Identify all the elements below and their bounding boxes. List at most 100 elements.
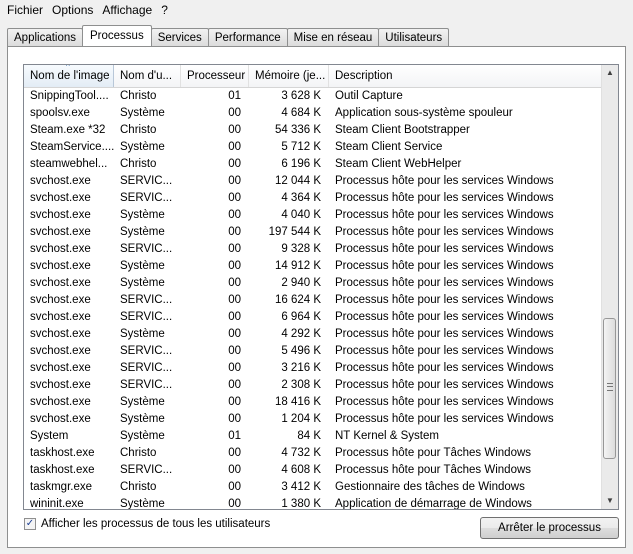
cell-memory: 5 496 K xyxy=(281,345,321,357)
cell-cpu: 00 xyxy=(228,362,241,374)
cell-cpu: 00 xyxy=(228,345,241,357)
table-row[interactable]: svchost.exe SERVIC... 00 4 364 K Processus h… xyxy=(24,190,604,207)
process-list[interactable]: ^ Nom de l'image Nom d'u... Processeur M… xyxy=(23,64,619,510)
column-header-memory[interactable]: Mémoire (je... xyxy=(249,65,329,87)
column-label: Nom d'u... xyxy=(120,70,173,82)
table-row[interactable]: svchost.exe SERVIC... 00 2 308 K Processus h… xyxy=(24,377,604,394)
tab-applications[interactable]: Applications xyxy=(7,28,84,46)
scroll-down-icon[interactable]: ▼ xyxy=(602,493,618,509)
cell-memory: 4 292 K xyxy=(281,328,321,340)
tab-services[interactable]: Services xyxy=(150,28,209,46)
menu-options[interactable]: Options xyxy=(49,0,99,20)
cell-user: Christo xyxy=(120,90,157,102)
menu-bar: Fichier Options Affichage ? xyxy=(0,0,633,20)
column-header-description[interactable]: Description xyxy=(329,65,604,87)
table-row[interactable]: taskhost.exe SERVIC... 00 4 608 K Processus … xyxy=(24,462,604,479)
table-row[interactable]: svchost.exe Système 00 2 940 K Processus hôt… xyxy=(24,275,604,292)
tab-performance[interactable]: Performance xyxy=(207,28,288,46)
table-row[interactable]: taskmgr.exe Christo 00 3 412 K Gestionnaire … xyxy=(24,479,604,496)
column-label: Processeur xyxy=(187,70,246,82)
cell-memory: 3 216 K xyxy=(281,362,321,374)
show-all-label: Afficher les processus de tous les utili… xyxy=(41,518,271,530)
cell-cpu: 00 xyxy=(228,498,241,510)
cell-memory: 1 204 K xyxy=(281,413,321,425)
grip-icon xyxy=(607,383,613,391)
cell-image-name: SnippingTool.... xyxy=(30,90,109,102)
column-label: Description xyxy=(335,70,393,82)
cell-cpu: 00 xyxy=(228,107,241,119)
tab-utilisateurs[interactable]: Utilisateurs xyxy=(378,28,450,46)
table-row[interactable]: svchost.exe Système 00 14 912 K Processus hô… xyxy=(24,258,604,275)
vertical-scrollbar[interactable]: ▲ ▼ xyxy=(601,65,618,509)
cell-image-name: svchost.exe xyxy=(30,379,91,391)
cell-user: SERVIC... xyxy=(120,345,173,357)
cell-description: Processus hôte pour les services Windows xyxy=(335,413,554,425)
table-row[interactable]: SnippingTool.... Christo 01 3 628 K Outil Ca… xyxy=(24,88,604,105)
table-row[interactable]: steamwebhel... Christo 00 6 196 K Steam Clie… xyxy=(24,156,604,173)
cell-user: SERVIC... xyxy=(120,192,173,204)
cell-user: SERVIC... xyxy=(120,175,173,187)
table-row[interactable]: taskhost.exe Christo 00 4 732 K Processus hô… xyxy=(24,445,604,462)
table-row[interactable]: svchost.exe SERVIC... 00 5 496 K Processus h… xyxy=(24,343,604,360)
cell-user: Christo xyxy=(120,124,157,136)
column-header-cpu[interactable]: Processeur xyxy=(181,65,249,87)
cell-memory: 4 040 K xyxy=(281,209,321,221)
table-row[interactable]: svchost.exe Système 00 4 292 K Processus hôt… xyxy=(24,326,604,343)
table-row[interactable]: svchost.exe Système 00 18 416 K Processus hô… xyxy=(24,394,604,411)
menu-affichage[interactable]: Affichage xyxy=(99,0,158,20)
cell-memory: 197 544 K xyxy=(268,226,321,238)
list-body: SnippingTool.... Christo 01 3 628 K Outil Ca… xyxy=(24,88,604,510)
cell-memory: 54 336 K xyxy=(274,124,321,136)
cell-user: SERVIC... xyxy=(120,294,173,306)
cell-description: NT Kernel & System xyxy=(335,430,439,442)
column-header-user[interactable]: Nom d'u... xyxy=(114,65,181,87)
table-row[interactable]: svchost.exe Système 00 4 040 K Processus hôt… xyxy=(24,207,604,224)
cell-description: Processus hôte pour les services Windows xyxy=(335,175,554,187)
cell-cpu: 00 xyxy=(228,379,241,391)
cell-user: Système xyxy=(120,209,165,221)
scroll-thumb[interactable] xyxy=(603,318,616,459)
show-all-processes[interactable]: ✓ Afficher les processus de tous les uti… xyxy=(24,516,270,532)
show-all-checkbox[interactable]: ✓ xyxy=(24,518,36,530)
cell-description: Processus hôte pour les services Windows xyxy=(335,192,554,204)
column-header-image-name[interactable]: ^ Nom de l'image xyxy=(24,65,114,87)
cell-description: Processus hôte pour les services Windows xyxy=(335,209,554,221)
cell-description: Processus hôte pour les services Windows xyxy=(335,277,554,289)
cell-description: Processus hôte pour les services Windows xyxy=(335,260,554,272)
end-process-button[interactable]: Arrêter le processus xyxy=(480,517,619,539)
cell-user: SERVIC... xyxy=(120,362,173,374)
cell-image-name: svchost.exe xyxy=(30,362,91,374)
table-row[interactable]: SteamService.... Système 00 5 712 K Steam Cl… xyxy=(24,139,604,156)
tab-processus[interactable]: Processus xyxy=(82,25,152,46)
cell-image-name: svchost.exe xyxy=(30,243,91,255)
table-row[interactable]: svchost.exe SERVIC... 00 16 624 K Processus … xyxy=(24,292,604,309)
cell-user: Système xyxy=(120,413,165,425)
cell-description: Steam Client Bootstrapper xyxy=(335,124,470,136)
table-row[interactable]: spoolsv.exe Système 00 4 684 K Application s… xyxy=(24,105,604,122)
cell-user: Système xyxy=(120,226,165,238)
table-row[interactable]: svchost.exe SERVIC... 00 9 328 K Processus h… xyxy=(24,241,604,258)
cell-description: Processus hôte pour les services Windows xyxy=(335,345,554,357)
table-row[interactable]: svchost.exe Système 00 197 544 K Processus h… xyxy=(24,224,604,241)
cell-user: Christo xyxy=(120,447,157,459)
table-row[interactable]: Steam.exe *32 Christo 00 54 336 K Steam Clie… xyxy=(24,122,604,139)
cell-memory: 6 964 K xyxy=(281,311,321,323)
scroll-up-icon[interactable]: ▲ xyxy=(602,65,618,81)
cell-image-name: taskmgr.exe xyxy=(30,481,92,493)
cell-user: Système xyxy=(120,107,165,119)
cell-cpu: 00 xyxy=(228,124,241,136)
table-row[interactable]: svchost.exe SERVIC... 00 3 216 K Processus h… xyxy=(24,360,604,377)
menu-help[interactable]: ? xyxy=(158,0,174,20)
table-row[interactable]: svchost.exe SERVIC... 00 12 044 K Processus … xyxy=(24,173,604,190)
cell-image-name: svchost.exe xyxy=(30,328,91,340)
tab-mise-en-reseau[interactable]: Mise en réseau xyxy=(286,28,380,46)
cell-user: Système xyxy=(120,498,165,510)
table-row[interactable]: svchost.exe Système 00 1 204 K Processus hôt… xyxy=(24,411,604,428)
table-row[interactable]: System Système 01 84 K NT Kernel & System xyxy=(24,428,604,445)
menu-fichier[interactable]: Fichier xyxy=(4,0,49,20)
table-row[interactable]: svchost.exe SERVIC... 00 6 964 K Processus h… xyxy=(24,309,604,326)
cell-cpu: 00 xyxy=(228,141,241,153)
table-row[interactable]: wininit.exe Système 00 1 380 K Application d… xyxy=(24,496,604,510)
cell-image-name: taskhost.exe xyxy=(30,447,95,459)
cell-memory: 1 380 K xyxy=(281,498,321,510)
